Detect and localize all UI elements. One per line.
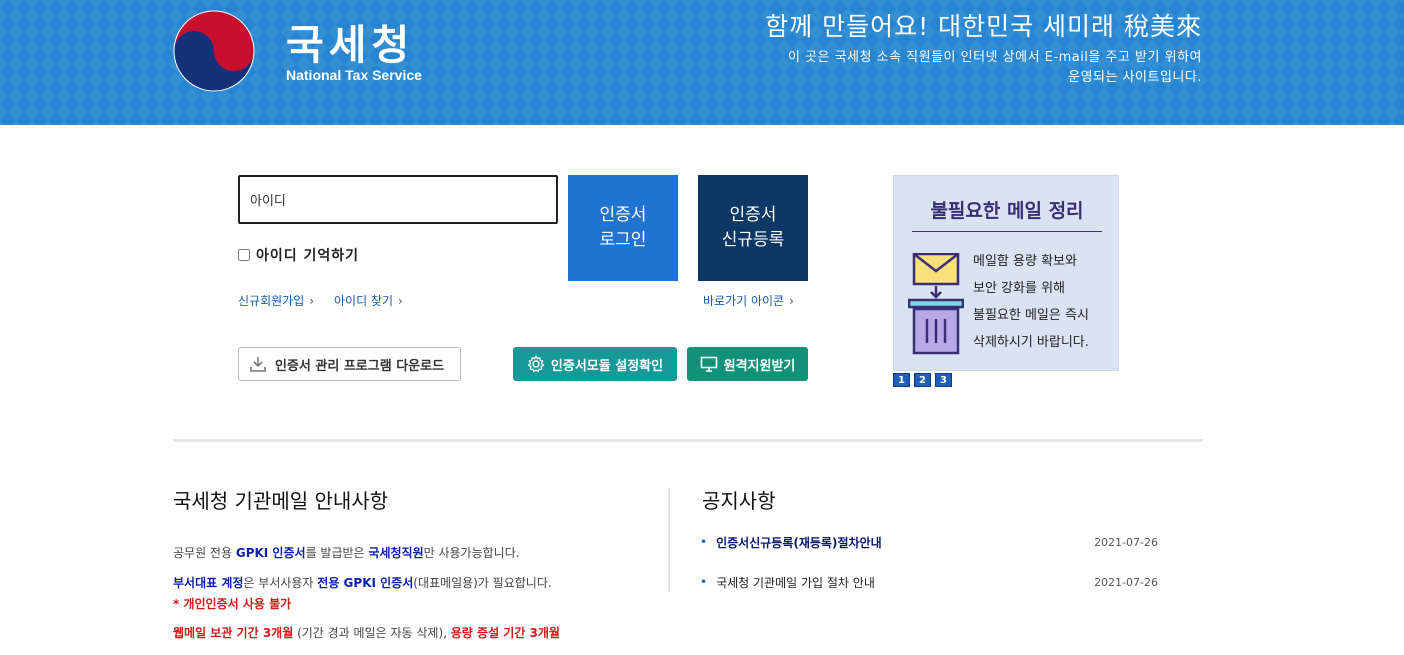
guide-red-highlight: 용량 증설 기간 3개월 (450, 626, 560, 640)
shortcut-icon-link[interactable]: 바로가기 아이콘 › (703, 292, 794, 309)
notice-date: 2021-07-26 (1094, 575, 1158, 589)
guide-text: (대표메일용)가 필요합니다. (413, 576, 552, 590)
notice-banner[interactable]: 불필요한 메일 정리 메일함 용량 확보와 보안 강화를 위해 불필요한 메일은… (893, 175, 1119, 371)
guide-line: 공무원 전용 GPKI 인증서를 발급받은 국세청직원만 사용가능합니다. (173, 544, 520, 561)
header-description-line: 이 곳은 국세청 소속 직원들이 인터넷 상에서 E-mail을 주고 받기 위… (787, 50, 1202, 65)
cert-register-label-line: 신규등록 (721, 230, 785, 250)
guide-text: 공무원 전용 (173, 546, 236, 560)
guide-highlight: GPKI 인증서 (235, 546, 306, 560)
gear-icon (527, 355, 545, 373)
column-divider (668, 488, 670, 592)
guide-warning: * 개인인증서 사용 불가 (173, 597, 292, 611)
remote-button-label: 원격지원받기 (723, 358, 796, 374)
banner-text-line: 불필요한 메일은 즉시 (973, 308, 1089, 323)
header-description: 이 곳은 국세청 소속 직원들이 인터넷 상에서 E-mail을 주고 받기 위… (788, 48, 1202, 88)
id-input[interactable] (238, 175, 558, 224)
bullet-icon: • (700, 575, 708, 589)
guide-highlight: 전용 GPKI 인증서 (317, 576, 414, 590)
guide-text: 를 발급받은 (305, 546, 369, 560)
remember-id-label: 아이디 기억하기 (256, 248, 360, 264)
header-slogan: 함께 만들어요! 대한민국 세미래 稅美來 (765, 12, 1202, 41)
cert-program-download-button[interactable]: 인증서 관리 프로그램 다운로드 (238, 347, 461, 381)
bullet-icon: • (700, 535, 708, 549)
banner-pager: 1 2 3 (893, 373, 952, 387)
header: 국세청 National Tax Service 함께 만들어요! 대한민국 세… (0, 0, 1404, 125)
cert-login-label-line: 로그인 (599, 230, 647, 250)
notice-title: 국세청 기관메일 가입 절차 안내 (716, 575, 875, 590)
mail-trash-icon (908, 253, 964, 355)
download-icon (250, 357, 266, 372)
banner-text: 메일함 용량 확보와 보안 강화를 위해 불필요한 메일은 즉시 삭제하시기 바… (973, 248, 1089, 356)
find-id-link[interactable]: 아이디 찾기 › (334, 292, 403, 309)
notice-item[interactable]: • 국세청 기관메일 가입 절차 안내 2021-07-26 (700, 572, 1160, 592)
banner-text-line: 삭제하시기 바랍니다. (973, 335, 1089, 350)
remember-id[interactable]: 아이디 기억하기 (238, 245, 359, 265)
chevron-right-icon: › (309, 294, 315, 308)
guide-line: 부서대표 계정은 부서사용자 전용 GPKI 인증서(대표메일용)가 필요합니다… (173, 574, 552, 591)
cert-login-button[interactable]: 인증서 로그인 (568, 175, 678, 281)
find-id-link-label: 아이디 찾기 (334, 294, 394, 308)
guide-highlight: 국세청직원 (368, 546, 424, 560)
chevron-right-icon: › (789, 294, 794, 308)
banner-text-line: 보안 강화를 위해 (973, 281, 1065, 296)
signup-link[interactable]: 신규회원가입 › (238, 292, 314, 309)
banner-underline (912, 231, 1102, 232)
signup-link-label: 신규회원가입 (238, 294, 305, 308)
guide-text: 은 부서사용자 (243, 576, 318, 590)
notice-title: 인증서신규등록(재등록)절차안내 (716, 535, 882, 550)
header-description-line: 운영되는 사이트입니다. (1068, 70, 1202, 85)
banner-page-button[interactable]: 1 (893, 373, 910, 387)
guide-line: 웹메일 보관 기간 3개월 (기간 경과 메일은 자동 삭제), 용량 증설 기… (173, 624, 560, 641)
chevron-right-icon: › (398, 294, 403, 308)
guide-text: (기간 경과 메일은 자동 삭제), (293, 626, 451, 640)
banner-title: 불필요한 메일 정리 (930, 200, 1084, 222)
module-button-label: 인증서모듈 설정확인 (550, 358, 664, 374)
cert-module-check-button[interactable]: 인증서모듈 설정확인 (513, 347, 677, 381)
cert-register-button[interactable]: 인증서 신규등록 (698, 175, 808, 281)
guide-title: 국세청 기관메일 안내사항 (173, 489, 389, 513)
logo-english-text: National Tax Service (286, 67, 422, 83)
monitor-icon (700, 356, 717, 372)
guide-red-highlight: 웹메일 보관 기간 3개월 (173, 626, 294, 640)
guide-text: 만 사용가능합니다. (423, 546, 520, 560)
notice-date: 2021-07-26 (1094, 535, 1158, 549)
remote-support-button[interactable]: 원격지원받기 (687, 347, 808, 381)
banner-text-line: 메일함 용량 확보와 (973, 254, 1077, 269)
cert-register-label-line: 인증서 (729, 205, 777, 225)
remember-id-checkbox[interactable] (238, 249, 250, 261)
shortcut-link-label: 바로가기 아이콘 (703, 294, 785, 308)
section-divider (173, 439, 1203, 442)
nts-emblem-icon (173, 10, 255, 92)
guide-highlight: 부서대표 계정 (173, 576, 244, 590)
logo-korean-text: 국세청 (286, 21, 415, 69)
notices-title: 공지사항 (702, 489, 776, 513)
logo[interactable]: 국세청 National Tax Service (173, 10, 433, 92)
banner-page-button[interactable]: 3 (935, 373, 952, 387)
notice-item[interactable]: • 인증서신규등록(재등록)절차안내 2021-07-26 (700, 532, 1160, 552)
cert-login-label-line: 인증서 (599, 205, 647, 225)
download-button-label: 인증서 관리 프로그램 다운로드 (275, 358, 445, 374)
banner-page-button[interactable]: 2 (914, 373, 931, 387)
